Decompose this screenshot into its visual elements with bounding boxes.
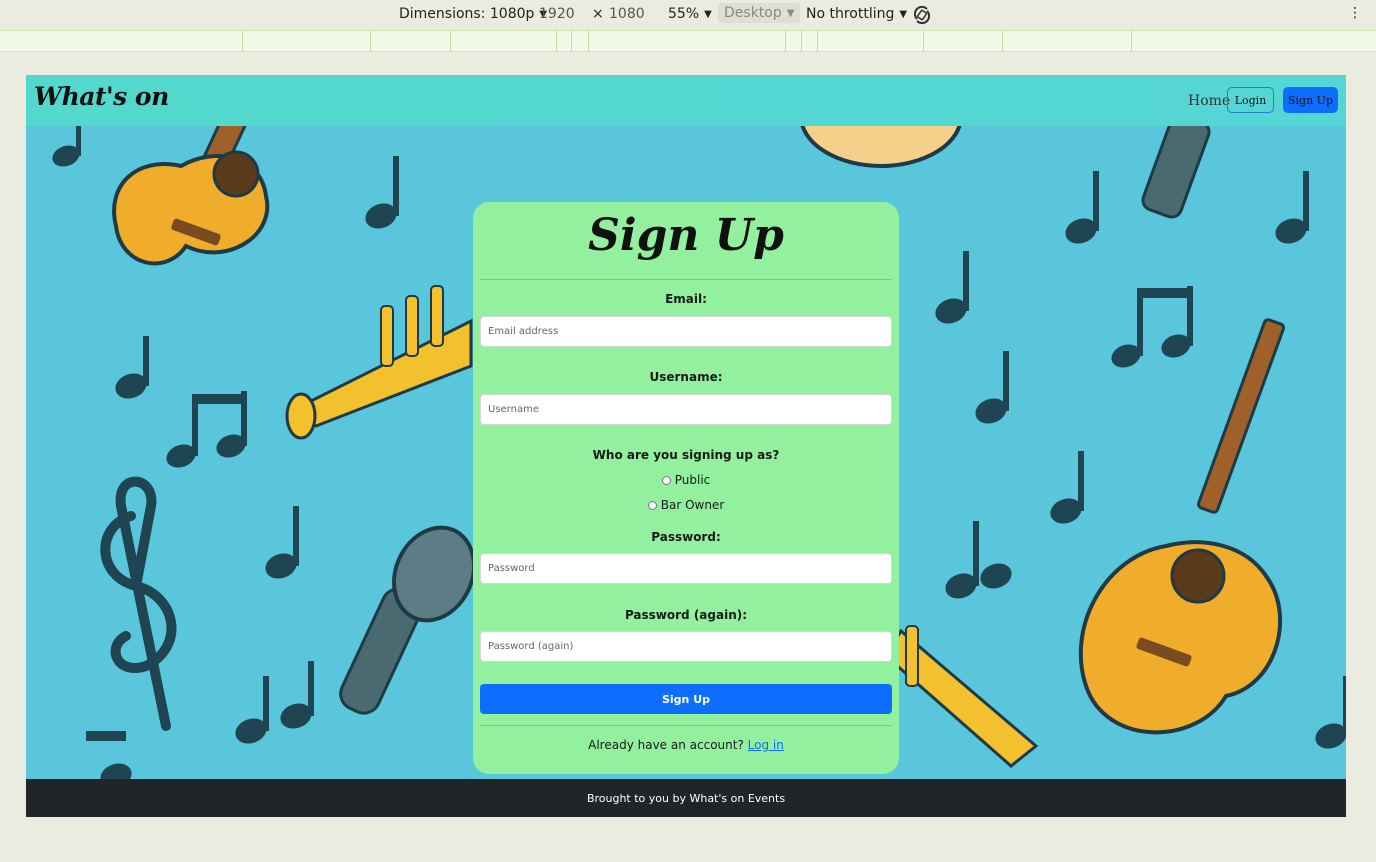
login-prompt: Already have an account? Log in (473, 738, 899, 752)
zoom-dropdown[interactable]: 55% ▼ (668, 6, 712, 22)
chevron-down-icon: ▼ (786, 7, 795, 19)
login-prompt-text: Already have an account? (588, 738, 744, 752)
brand-logo[interactable]: What's on (34, 82, 169, 111)
throttling-value: No throttling (806, 6, 895, 22)
trumpet-icon (884, 625, 1039, 768)
ruler-tick (556, 31, 557, 52)
device-mode-value: Desktop (724, 5, 782, 21)
width-value: 1920 (539, 6, 575, 22)
nav-signup-button[interactable]: Sign Up (1283, 87, 1338, 113)
tambourine-icon (800, 126, 962, 168)
title-divider (480, 279, 892, 280)
ruler-tick (923, 31, 924, 52)
nav-home-link[interactable]: Home (1188, 93, 1230, 109)
signup-card: Sign Up Email: Username: Who are you sig… (473, 202, 899, 774)
more-options-icon[interactable]: ⋮ (1348, 5, 1362, 21)
ruler-tick (785, 31, 786, 52)
trumpet-icon (285, 285, 473, 440)
dimensions-dropdown[interactable]: Dimensions: 1080p ▼ (399, 6, 547, 22)
width-input[interactable]: 1920 (539, 6, 575, 22)
signup-title: Sign Up (588, 210, 784, 261)
ruler-tick (370, 31, 371, 52)
email-label: Email: (665, 292, 707, 306)
zoom-value: 55% (668, 6, 700, 22)
throttling-dropdown[interactable]: No throttling ▼ (806, 6, 907, 22)
role-bar-owner-label: Bar Owner (660, 498, 725, 512)
music-background: Sign Up Email: Username: Who are you sig… (26, 126, 1346, 779)
username-field[interactable] (480, 394, 892, 425)
times-icon: × (592, 6, 604, 22)
password-field[interactable] (480, 553, 892, 584)
ruler-tick (588, 31, 589, 52)
ruler-tick (817, 31, 818, 52)
signup-submit-button[interactable]: Sign Up (480, 684, 892, 714)
chevron-down-icon: ▼ (704, 8, 712, 20)
microphone-icon (339, 525, 476, 715)
role-public-radio[interactable] (661, 475, 671, 485)
microphone-icon (1141, 126, 1211, 219)
ruler-tick (450, 31, 451, 52)
ruler-tick (1002, 31, 1003, 52)
ruler-tick (801, 31, 802, 52)
treble-clef-icon (100, 476, 177, 731)
role-bar-owner-radio[interactable] (647, 500, 657, 510)
role-public-label: Public (674, 473, 711, 487)
height-input[interactable]: 1080 (609, 6, 645, 22)
password-confirm-field[interactable] (480, 631, 892, 662)
device-toolbar: Dimensions: 1080p ▼ 1920 × 1080 55% ▼ De… (0, 0, 1376, 30)
guitar-icon (112, 126, 270, 266)
password-confirm-label: Password (again): (624, 608, 748, 622)
role-option-bar-owner[interactable]: Bar Owner (473, 498, 899, 512)
ruler-tick (571, 31, 572, 52)
dimensions-label: Dimensions: 1080p (399, 6, 535, 22)
site-header: What's on Home Login Sign Up (26, 75, 1346, 126)
times-symbol: × (592, 6, 604, 22)
footer-text: Brought to you by What's on Events (586, 791, 786, 805)
role-option-public[interactable]: Public (473, 473, 899, 487)
rotate-icon[interactable] (912, 5, 932, 25)
ruler-tick (1131, 31, 1132, 52)
emulated-viewport: What's on Home Login Sign Up Sign Up Ema… (26, 75, 1346, 817)
guitar-icon (1078, 318, 1285, 735)
height-value: 1080 (609, 6, 645, 22)
footer-divider (480, 725, 892, 726)
email-field[interactable] (480, 316, 892, 347)
login-link[interactable]: Log in (748, 738, 784, 752)
device-mode-dropdown[interactable]: Desktop ▼ (718, 3, 801, 23)
media-query-ruler[interactable] (0, 30, 1376, 52)
nav-login-button[interactable]: Login (1227, 87, 1274, 113)
username-label: Username: (649, 370, 723, 384)
password-label: Password: (651, 530, 721, 544)
role-question: Who are you signing up as? (592, 448, 780, 462)
ruler-tick (242, 31, 243, 52)
site-footer: Brought to you by What's on Events (26, 779, 1346, 817)
chevron-down-icon: ▼ (899, 8, 908, 20)
